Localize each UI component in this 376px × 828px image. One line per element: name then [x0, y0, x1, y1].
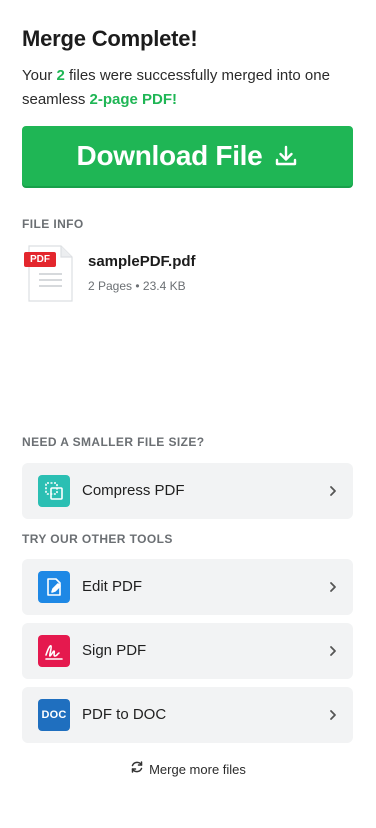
page-title: Merge Complete! — [22, 26, 198, 51]
refresh-icon — [130, 760, 144, 779]
sign-pdf-card[interactable]: Sign PDF — [22, 623, 353, 679]
compress-pdf-label: Compress PDF — [82, 482, 185, 499]
merge-summary: Your 2 files were successfully merged in… — [22, 64, 342, 112]
file-count: 2 — [56, 67, 65, 84]
edit-pdf-icon — [38, 571, 70, 603]
page-info: 2-page PDF! — [89, 91, 178, 108]
other-tools-label: TRY OUR OTHER TOOLS — [22, 532, 173, 546]
compress-pdf-card[interactable]: Compress PDF — [22, 463, 353, 519]
file-name: samplePDF.pdf — [88, 253, 196, 270]
pdf-to-doc-card[interactable]: DOC PDF to DOC — [22, 687, 353, 743]
summary-prefix: Your — [22, 67, 57, 84]
chevron-right-icon — [329, 644, 337, 662]
doc-icon: DOC — [38, 699, 70, 731]
sign-pdf-label: Sign PDF — [82, 642, 147, 659]
sign-icon — [38, 635, 70, 667]
chevron-right-icon — [329, 484, 337, 502]
edit-pdf-card[interactable]: Edit PDF — [22, 559, 353, 615]
compress-icon — [38, 475, 70, 507]
doc-icon-text: DOC — [41, 709, 67, 721]
download-icon — [274, 144, 298, 168]
file-info-row: PDF samplePDF.pdf 2 Pages • 23.4 KB — [22, 244, 354, 304]
pdf-badge-text: PDF — [30, 254, 50, 265]
file-meta: 2 Pages • 23.4 KB — [88, 279, 186, 293]
pdf-to-doc-label: PDF to DOC — [82, 706, 167, 723]
chevron-right-icon — [329, 580, 337, 598]
merge-more-files-link[interactable]: Merge more files — [22, 760, 354, 779]
pdf-file-icon: PDF — [24, 244, 73, 302]
file-info-label: FILE INFO — [22, 217, 84, 231]
chevron-right-icon — [329, 708, 337, 726]
smaller-size-label: NEED A SMALLER FILE SIZE? — [22, 435, 205, 449]
download-file-button[interactable]: Download File — [22, 126, 353, 186]
edit-pdf-label: Edit PDF — [82, 578, 143, 595]
download-label: Download File — [76, 140, 263, 171]
merge-more-label: Merge more files — [149, 762, 246, 777]
